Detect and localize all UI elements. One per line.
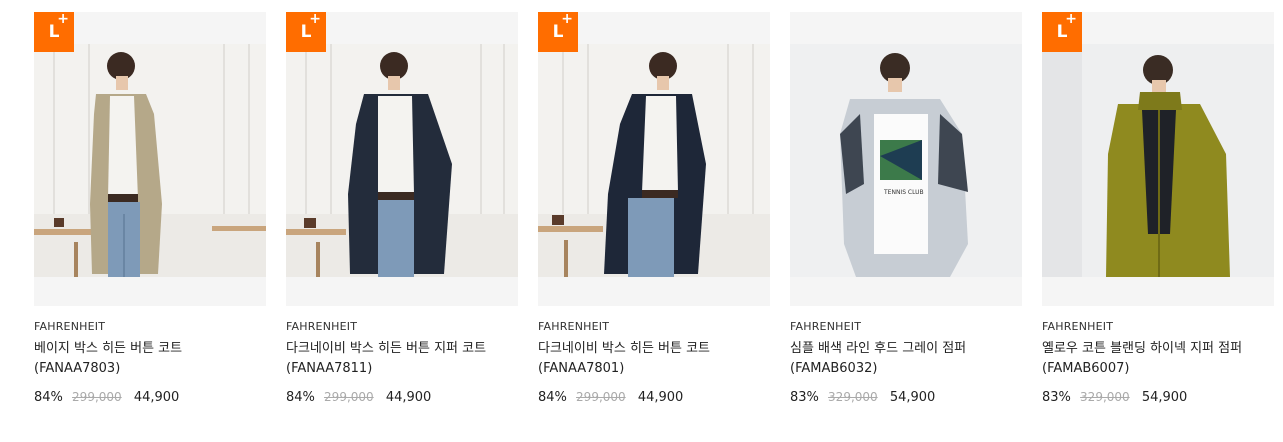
product-photo[interactable] (34, 44, 266, 277)
sale-price: 54,900 (889, 390, 936, 405)
product-card[interactable]: L + FAHRENHEIT 베이지 박스 히든 버튼 코트 (FANAA780… (34, 12, 266, 407)
product-card[interactable]: TENNIS CLUB FAHRENHEIT 심플 배색 라인 후드 그레이 점… (790, 12, 1022, 407)
product-brand: FAHRENHEIT (538, 320, 610, 333)
price-row: 84% 299,000 44,900 (538, 388, 770, 407)
product-brand: FAHRENHEIT (790, 320, 862, 333)
product-brand: FAHRENHEIT (1042, 320, 1114, 333)
original-price: 299,000 (72, 390, 122, 404)
lplus-badge: L + (34, 12, 74, 52)
lplus-badge: L + (538, 12, 578, 52)
discount-rate: 84% (286, 390, 315, 405)
lplus-badge: L + (1042, 12, 1082, 52)
product-thumbnail[interactable]: L + (286, 12, 518, 306)
discount-rate: 83% (1042, 390, 1071, 405)
sale-price: 44,900 (637, 390, 684, 405)
product-card[interactable]: L + FAHRENHEIT 다크네이비 박스 히든 버튼 지퍼 코트 (FANA… (286, 12, 518, 407)
sale-price: 54,900 (1141, 390, 1188, 405)
product-thumbnail[interactable]: L + (538, 12, 770, 306)
product-brand: FAHRENHEIT (34, 320, 106, 333)
original-price: 299,000 (576, 390, 626, 404)
product-thumbnail[interactable]: TENNIS CLUB (790, 12, 1022, 306)
product-photo[interactable] (1042, 44, 1274, 277)
discount-rate: 84% (538, 390, 567, 405)
svg-text:TENNIS CLUB: TENNIS CLUB (883, 189, 924, 196)
product-photo[interactable] (286, 44, 518, 277)
product-grid: L + FAHRENHEIT 베이지 박스 히든 버튼 코트 (FANAA780… (0, 0, 1283, 442)
product-name[interactable]: 베이지 박스 히든 버튼 코트 (FANAA7803) (34, 339, 254, 379)
product-card[interactable]: L + FAHRENHEIT 다크네이비 박스 히든 버튼 코트 (FANAA78… (538, 12, 770, 407)
product-name[interactable]: 심플 배색 라인 후드 그레이 점퍼 (FAMAB6032) (790, 339, 1010, 379)
price-row: 84% 299,000 44,900 (34, 388, 266, 407)
price-row: 83% 329,000 54,900 (1042, 388, 1274, 407)
lplus-badge: L + (286, 12, 326, 52)
product-thumbnail[interactable]: L + (1042, 12, 1274, 306)
price-row: 83% 329,000 54,900 (790, 388, 1022, 407)
original-price: 299,000 (324, 390, 374, 404)
product-name[interactable]: 옐로우 코튼 블랜딩 하이넥 지퍼 점퍼 (FAMAB6007) (1042, 339, 1262, 379)
price-row: 84% 299,000 44,900 (286, 388, 518, 407)
discount-rate: 83% (790, 390, 819, 405)
original-price: 329,000 (828, 390, 878, 404)
product-brand: FAHRENHEIT (286, 320, 358, 333)
original-price: 329,000 (1080, 390, 1130, 404)
product-photo[interactable] (538, 44, 770, 277)
product-name[interactable]: 다크네이비 박스 히든 버튼 코트 (FANAA7801) (538, 339, 758, 379)
product-thumbnail[interactable]: L + (34, 12, 266, 306)
product-card[interactable]: L + FAHRENHEIT 옐로우 코튼 블랜딩 하이넥 지퍼 점퍼 (FAMA… (1042, 12, 1274, 407)
sale-price: 44,900 (385, 390, 432, 405)
sale-price: 44,900 (133, 390, 180, 405)
product-photo[interactable]: TENNIS CLUB (790, 44, 1022, 277)
product-name[interactable]: 다크네이비 박스 히든 버튼 지퍼 코트 (FANAA7811) (286, 339, 506, 379)
discount-rate: 84% (34, 390, 63, 405)
